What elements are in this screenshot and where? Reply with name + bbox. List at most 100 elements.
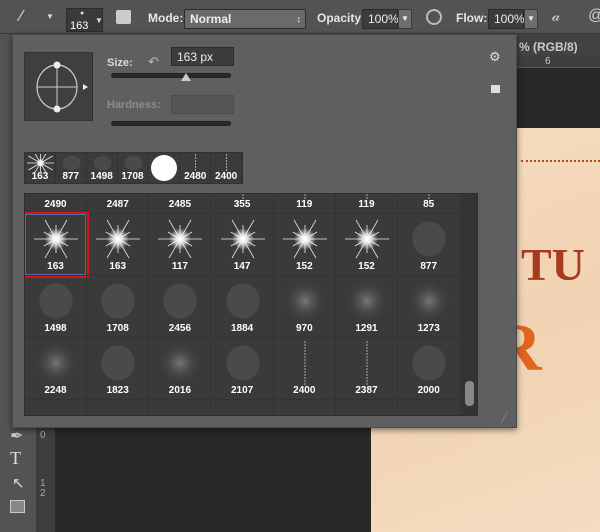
scrollbar[interactable]: [461, 194, 477, 415]
vertical-ruler: 0 1 2: [37, 428, 55, 532]
brush-thumbnail: [342, 217, 392, 261]
brush-size-label: 2487: [106, 199, 129, 210]
size-slider[interactable]: [111, 73, 231, 81]
resize-grip-icon[interactable]: ╱: [501, 413, 507, 424]
pressure-opacity-icon[interactable]: [426, 9, 442, 25]
brush-preset[interactable]: [398, 400, 461, 415]
mode-select[interactable]: Normal ↕: [184, 9, 306, 29]
reset-size-icon[interactable]: ↶: [148, 54, 159, 70]
brush-preset[interactable]: 2456: [149, 276, 212, 338]
brush-size-label: 1273: [417, 323, 440, 334]
path-selection-tool-icon[interactable]: ↖: [12, 474, 25, 492]
brush-dot-icon: ●: [80, 10, 85, 17]
size-slider-handle[interactable]: [181, 73, 192, 81]
brush-preset[interactable]: 2490: [25, 194, 87, 214]
brush-preset[interactable]: 1498: [25, 276, 87, 338]
brush-preset[interactable]: [25, 400, 87, 415]
brush-size-label: 2000: [417, 385, 440, 396]
brush-tool-icon[interactable]: ∕: [20, 8, 23, 26]
brush-preset[interactable]: 163: [87, 214, 150, 276]
ruler-tick: 2: [40, 488, 46, 499]
brush-preset[interactable]: 2016: [149, 338, 212, 400]
gear-icon[interactable]: ⚙: [489, 49, 501, 65]
brush-size-label: 2387: [355, 385, 378, 396]
scrollbar-thumb[interactable]: [465, 381, 474, 406]
brush-thumbnail: [218, 341, 268, 385]
brush-tip-preview[interactable]: [24, 52, 93, 121]
recent-brush[interactable]: 1498: [87, 153, 118, 183]
pressure-size-icon[interactable]: @: [588, 7, 600, 25]
brush-preset[interactable]: 85: [398, 194, 461, 214]
brush-preset[interactable]: 119: [273, 194, 336, 214]
brush-size-label: 2400: [214, 171, 238, 182]
mode-value: Normal: [190, 12, 232, 26]
brush-preset[interactable]: [336, 400, 398, 415]
brush-size-value: 163: [70, 20, 89, 32]
flow-dropdown[interactable]: ▼: [524, 9, 538, 29]
hardness-input: [171, 95, 234, 114]
brush-preset[interactable]: 970: [273, 276, 336, 338]
brush-preset[interactable]: 355: [211, 194, 274, 214]
brush-preset[interactable]: 2107: [211, 338, 274, 400]
recent-brush[interactable]: 163: [18, 143, 63, 183]
brush-preset[interactable]: 117: [149, 214, 212, 276]
brush-preset[interactable]: 2387: [336, 338, 398, 400]
opacity-label: Opacity:: [317, 11, 366, 25]
brush-size-label: 119: [296, 199, 313, 210]
brush-preset[interactable]: 2400: [273, 338, 336, 400]
brush-preset[interactable]: 1884: [211, 276, 274, 338]
chevron-down-icon: ▼: [95, 16, 103, 25]
brush-preset[interactable]: 2248: [25, 338, 87, 400]
brush-preset[interactable]: 1291: [336, 276, 398, 338]
brush-preset[interactable]: 2487: [87, 194, 150, 214]
brush-preset[interactable]: 877: [398, 214, 461, 276]
brush-preset-selected[interactable]: 163: [25, 212, 89, 278]
recent-brush[interactable]: 2480: [180, 153, 212, 183]
brush-preset-picker[interactable]: ● 163 ▼: [66, 8, 103, 32]
brush-preset[interactable]: 2000: [398, 338, 461, 400]
recent-brushes-strip: 163 877 1498 1708 2480 2400: [18, 143, 243, 184]
brush-thumbnail: [218, 217, 268, 261]
brush-preset[interactable]: 2485: [149, 194, 212, 214]
document-tab[interactable]: % (RGB/8): [517, 34, 600, 56]
brush-preset[interactable]: 1823: [87, 338, 150, 400]
brush-preset[interactable]: 152: [336, 214, 398, 276]
brush-thumbnail: [342, 341, 392, 385]
recent-brush[interactable]: [148, 153, 181, 183]
brush-preset[interactable]: 119: [336, 194, 398, 214]
brush-size-label: 355: [233, 199, 251, 210]
brush-preset[interactable]: [87, 400, 150, 415]
brush-preset[interactable]: [149, 400, 212, 415]
airbrush-icon[interactable]: 𝒶: [552, 8, 560, 25]
recent-brush[interactable]: 2400: [211, 153, 243, 183]
rectangle-tool-icon[interactable]: [10, 500, 25, 513]
type-tool-icon[interactable]: T: [10, 448, 21, 469]
brush-size-label: 163: [31, 171, 49, 182]
pen-tool-icon[interactable]: ✒: [10, 426, 23, 446]
brush-preset[interactable]: 1708: [87, 276, 150, 338]
recent-brush[interactable]: 1708: [118, 153, 149, 183]
flow-input[interactable]: 100%: [488, 9, 525, 29]
brush-preset[interactable]: [212, 400, 274, 415]
new-preset-icon[interactable]: [491, 85, 500, 93]
brush-preset[interactable]: 152: [273, 214, 336, 276]
brush-size-label: 2480: [184, 171, 207, 182]
brush-size-label: 1708: [121, 171, 144, 182]
brush-thumbnail: [342, 279, 392, 323]
hardness-slider: [111, 121, 231, 126]
brush-panel-toggle-icon[interactable]: [116, 10, 131, 24]
brush-presets-grid: 2490 2487 2485 355 119 119 85 163 163 117 147 152 15…: [24, 193, 478, 416]
ruler-tick: 6: [545, 56, 551, 67]
brush-preset[interactable]: [274, 400, 336, 415]
brush-size-label: 152: [295, 261, 313, 272]
brush-preset[interactable]: 1273: [398, 276, 461, 338]
recent-brush[interactable]: 877: [56, 153, 87, 183]
brush-preset[interactable]: 147: [211, 214, 274, 276]
brush-size-label: 2107: [230, 385, 254, 396]
size-input[interactable]: 163 px: [171, 47, 234, 66]
brush-thumbnail: [280, 279, 330, 323]
tool-preset-dropdown-icon[interactable]: ▼: [46, 12, 54, 21]
opacity-dropdown[interactable]: ▼: [398, 9, 412, 29]
opacity-input[interactable]: 100%: [362, 9, 399, 29]
brush-thumbnail: [218, 279, 268, 323]
